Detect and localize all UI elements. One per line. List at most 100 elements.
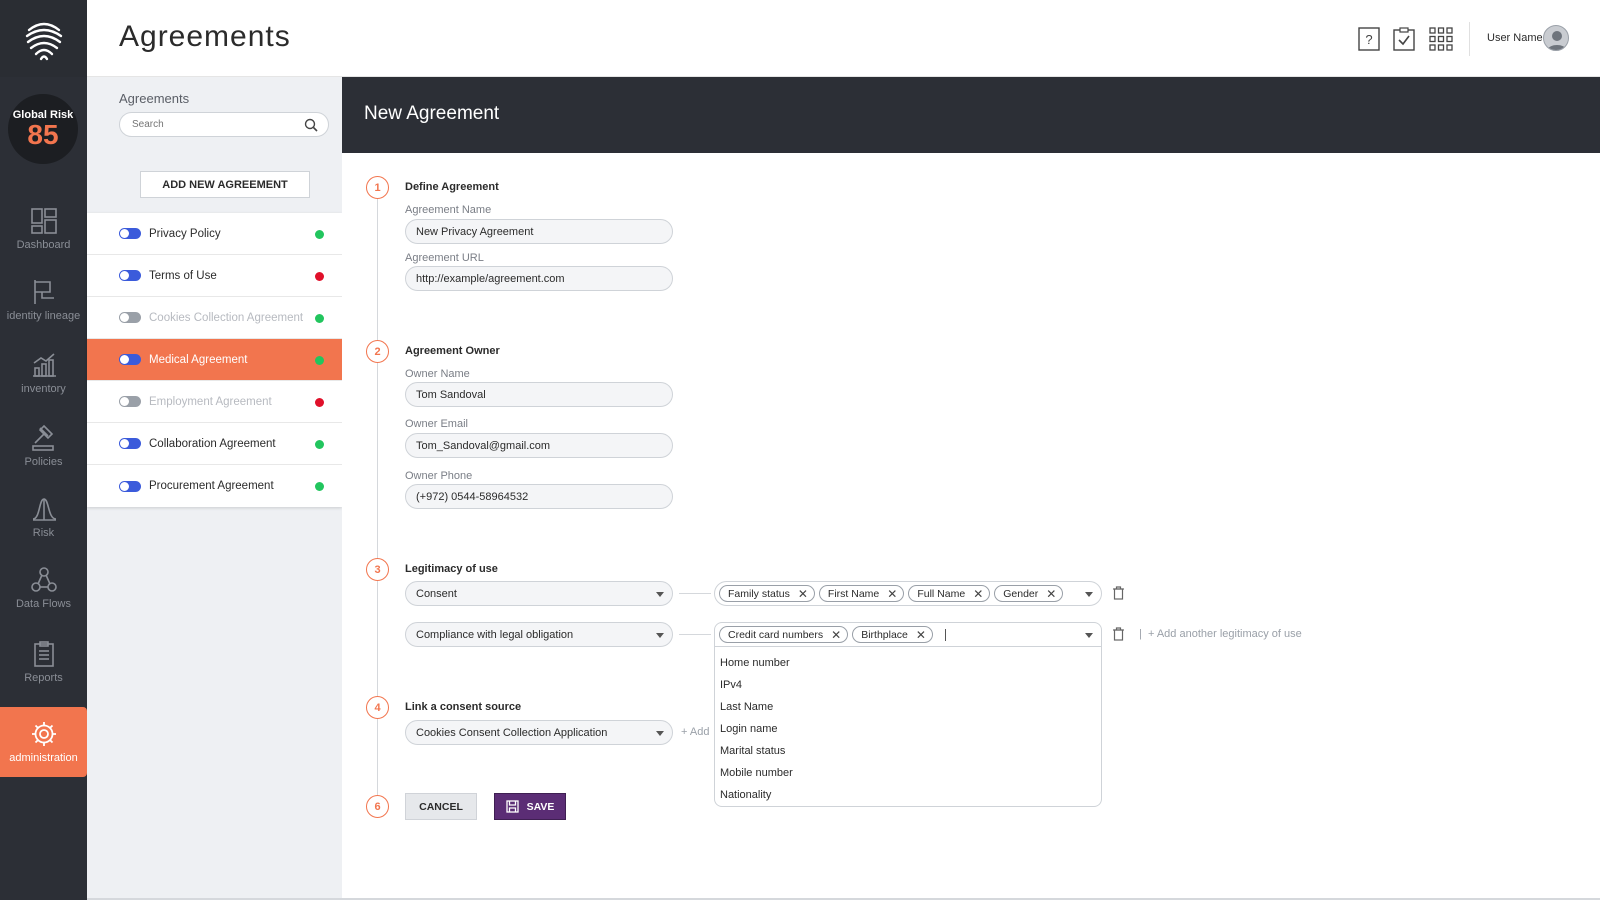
tag-chip: Family status ✕ (719, 585, 815, 602)
list-item-terms-of-use[interactable]: Terms of Use (87, 255, 342, 297)
dropdown-option[interactable]: IPv4 (715, 674, 1101, 696)
status-dot (315, 314, 324, 323)
search-field[interactable] (119, 112, 329, 137)
tag-label: Birthplace (861, 628, 908, 641)
remove-tag-icon[interactable]: ✕ (798, 587, 808, 601)
chevron-down-icon[interactable] (656, 731, 664, 736)
section-title-legitimacy: Legitimacy of use (405, 563, 498, 575)
header-divider (1469, 22, 1470, 56)
list-item-employment-agreement[interactable]: Employment Agreement (87, 381, 342, 423)
row-connector (679, 634, 711, 635)
dropdown-option[interactable]: Last Name (715, 696, 1101, 718)
owner-email-label: Owner Email (405, 418, 468, 430)
data-types-field-2[interactable]: Credit card numbers ✕ Birthplace ✕ (714, 622, 1102, 647)
remove-tag-icon[interactable]: ✕ (1046, 587, 1056, 601)
remove-tag-icon[interactable]: ✕ (973, 587, 983, 601)
checklist-icon[interactable] (1393, 27, 1415, 56)
list-item-label: Terms of Use (149, 269, 217, 282)
enable-toggle[interactable] (119, 438, 141, 449)
user-name[interactable]: User Name (1487, 32, 1543, 44)
nav-item-identity-lineage[interactable]: identity lineage (0, 265, 87, 335)
save-label: SAVE (526, 800, 555, 813)
global-risk-badge[interactable]: Global Risk 85 (8, 94, 78, 164)
consent-source-value: Cookies Consent Collection Application (416, 726, 608, 739)
enable-toggle[interactable] (119, 354, 141, 365)
chevron-down-icon[interactable] (1085, 592, 1093, 597)
enable-toggle[interactable] (119, 270, 141, 281)
chevron-down-icon[interactable] (1085, 633, 1093, 638)
list-item-procurement-agreement[interactable]: Procurement Agreement (87, 465, 342, 507)
nav-label-data-flows: Data Flows (15, 598, 72, 610)
tag-label: Credit card numbers (728, 628, 824, 641)
form-title: New Agreement (364, 103, 500, 124)
list-item-medical-agreement[interactable]: Medical Agreement (87, 339, 342, 381)
gavel-icon (31, 424, 54, 451)
save-button[interactable]: SAVE (494, 793, 566, 820)
help-icon[interactable]: ? (1358, 27, 1380, 56)
dropdown-option[interactable]: Nationality (715, 784, 1101, 806)
add-another-legitimacy-link[interactable]: | + Add another legitimacy of use (1139, 628, 1302, 640)
trash-icon[interactable] (1112, 627, 1125, 646)
apps-grid-icon[interactable] (1429, 27, 1453, 56)
enable-toggle[interactable] (119, 312, 141, 323)
fingerprint-logo-icon[interactable] (0, 0, 87, 77)
remove-tag-icon[interactable]: ✕ (831, 628, 841, 642)
nav-item-data-flows[interactable]: Data Flows (0, 553, 87, 623)
nav-label-policies: Policies (24, 456, 63, 468)
add-new-agreement-button[interactable]: ADD NEW AGREEMENT (140, 171, 310, 198)
agreement-url-input[interactable]: http://example/agreement.com (405, 266, 673, 291)
dropdown-option[interactable]: Marital status (715, 740, 1101, 762)
owner-email-input[interactable]: Tom_Sandoval@gmail.com (405, 433, 673, 458)
legitimacy-select-1[interactable]: Consent (405, 581, 673, 606)
nav-item-administration[interactable]: administration (0, 707, 87, 777)
owner-name-label: Owner Name (405, 368, 470, 380)
enable-toggle[interactable] (119, 480, 141, 492)
section-title-owner: Agreement Owner (405, 345, 500, 357)
list-item-collaboration-agreement[interactable]: Collaboration Agreement (87, 423, 342, 465)
nav-item-policies[interactable]: Policies (0, 411, 87, 481)
remove-tag-icon[interactable]: ✕ (916, 628, 926, 642)
chevron-down-icon[interactable] (656, 592, 664, 597)
step-marker-4: 4 (366, 696, 389, 719)
dropdown-option[interactable]: Home number (715, 652, 1101, 674)
consent-source-select[interactable]: Cookies Consent Collection Application (405, 720, 673, 745)
step-marker-3: 3 (366, 558, 389, 581)
nav-label-administration: administration (9, 752, 78, 764)
user-avatar-icon[interactable] (1543, 25, 1569, 51)
agreement-name-label: Agreement Name (405, 204, 492, 216)
legitimacy-select-2[interactable]: Compliance with legal obligation (405, 622, 673, 647)
svg-text:?: ? (1365, 32, 1372, 47)
nav-item-risk[interactable]: Risk (0, 482, 87, 552)
step-marker-6: 6 (366, 795, 389, 818)
tag-chip: First Name ✕ (818, 585, 905, 602)
save-icon (505, 800, 519, 813)
nav-item-inventory[interactable]: inventory (0, 338, 87, 408)
dashboard-icon (30, 208, 57, 234)
owner-phone-label: Owner Phone (405, 470, 473, 482)
owner-name-input[interactable]: Tom Sandoval (405, 382, 673, 407)
step-marker-1: 1 (366, 176, 389, 199)
add-consent-source-link[interactable]: + Add (681, 726, 709, 738)
search-icon[interactable] (304, 118, 318, 137)
step-marker-2: 2 (366, 340, 389, 363)
data-types-field-1[interactable]: Family status ✕ First Name ✕ Full Name ✕ Ge… (714, 581, 1102, 606)
dropdown-option[interactable]: Mobile number (715, 762, 1101, 784)
chevron-down-icon[interactable] (656, 633, 664, 638)
list-item-cookies-collection-agreement[interactable]: Cookies Collection Agreement (87, 297, 342, 339)
agreement-name-input[interactable]: New Privacy Agreement (405, 219, 673, 244)
nav-item-dashboard[interactable]: Dashboard (0, 194, 87, 264)
owner-phone-input[interactable]: (+972) 0544-58964532 (405, 484, 673, 509)
enable-toggle[interactable] (119, 228, 141, 239)
data-types-dropdown: Home number IPv4 Last Name Login name Ma… (714, 647, 1102, 807)
remove-tag-icon[interactable]: ✕ (887, 587, 897, 601)
enable-toggle[interactable] (119, 396, 141, 407)
search-input[interactable] (132, 113, 302, 136)
nav-item-reports[interactable]: Reports (0, 627, 87, 697)
list-item-privacy-policy[interactable]: Privacy Policy (87, 213, 342, 255)
main-nav-rail: Global Risk 85 Dashboard identity lineag… (0, 0, 87, 900)
trash-icon[interactable] (1112, 586, 1125, 605)
global-risk-value: 85 (27, 119, 59, 150)
dropdown-option[interactable]: Login name (715, 718, 1101, 740)
cancel-button[interactable]: CANCEL (405, 793, 477, 820)
legitimacy-select-1-value: Consent (416, 587, 457, 600)
